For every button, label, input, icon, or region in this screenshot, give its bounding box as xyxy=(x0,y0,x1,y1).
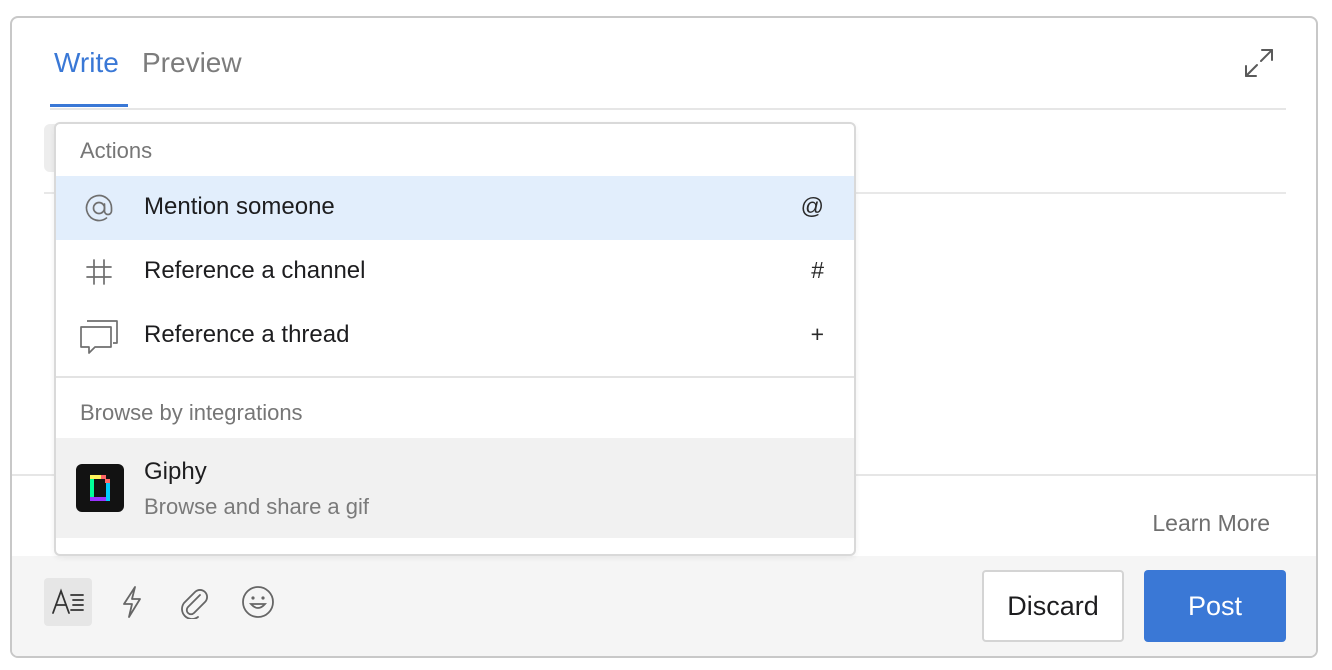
tab-preview[interactable]: Preview xyxy=(142,46,242,80)
menu-item-label: Reference a channel xyxy=(144,257,366,284)
discard-button[interactable]: Discard xyxy=(982,570,1124,642)
menu-item-shortcut: @ xyxy=(800,193,824,219)
popover-divider xyxy=(56,376,854,378)
at-icon xyxy=(78,188,120,228)
integration-giphy[interactable]: Giphy Browse and share a gif xyxy=(56,438,854,538)
actions-section-title: Actions xyxy=(80,138,153,163)
menu-item-label: Mention someone xyxy=(144,193,335,220)
tab-write[interactable]: Write xyxy=(54,46,119,80)
expand-icon[interactable] xyxy=(1242,46,1276,80)
integration-description: Browse and share a gif xyxy=(144,494,370,519)
menu-item-channel[interactable]: Reference a channel # xyxy=(56,240,854,304)
text-format-icon[interactable] xyxy=(44,578,92,626)
editor-tabs: Write Preview xyxy=(50,18,1286,110)
emoji-icon[interactable] xyxy=(234,578,282,626)
integrations-section-title: Browse by integrations xyxy=(80,400,303,425)
menu-item-shortcut: + xyxy=(810,321,824,347)
hash-icon xyxy=(78,252,120,292)
menu-item-shortcut: # xyxy=(811,257,824,283)
integration-name: Giphy xyxy=(144,458,207,485)
menu-item-thread[interactable]: Reference a thread + xyxy=(56,304,854,368)
lightning-icon[interactable] xyxy=(108,578,156,626)
insert-menu-popover: Actions Mention someone @ Reference a ch… xyxy=(54,122,856,556)
learn-more-link[interactable]: Learn More xyxy=(1152,510,1270,537)
bottom-bar: Discard Post xyxy=(12,556,1316,656)
thread-icon xyxy=(78,316,120,356)
post-button[interactable]: Post xyxy=(1144,570,1286,642)
active-tab-indicator xyxy=(50,104,128,107)
menu-item-mention[interactable]: Mention someone @ xyxy=(56,176,854,240)
giphy-logo xyxy=(76,464,124,512)
paperclip-icon[interactable] xyxy=(170,578,218,626)
menu-item-label: Reference a thread xyxy=(144,321,350,348)
